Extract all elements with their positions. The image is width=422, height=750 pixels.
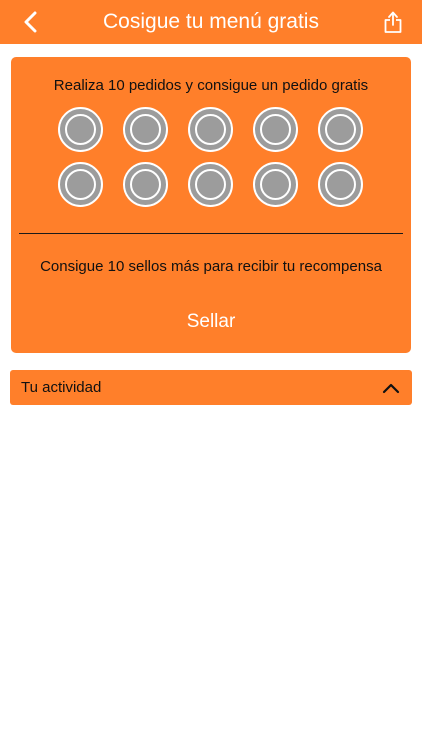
stamp-button[interactable]: Sellar	[161, 305, 261, 339]
share-icon	[384, 11, 402, 33]
share-button[interactable]	[380, 9, 406, 35]
stamp-slot	[253, 162, 298, 207]
chevron-up-icon	[382, 383, 400, 394]
top-bar: Cosigue tu menú gratis	[0, 0, 422, 44]
chevron-left-icon	[24, 11, 37, 33]
activity-toggle-button[interactable]	[380, 377, 402, 399]
reward-status-text: Consigue 10 sellos más para recibir tu r…	[40, 258, 382, 275]
card-divider	[19, 233, 403, 234]
activity-section-header[interactable]: Tu actividad	[10, 370, 412, 405]
stamp-slot	[188, 162, 233, 207]
stamp-slot	[58, 162, 103, 207]
loyalty-card-headline: Realiza 10 pedidos y consigue un pedido …	[53, 77, 369, 94]
page-title: Cosigue tu menú gratis	[103, 10, 319, 33]
stamp-slot	[253, 107, 298, 152]
stamp-grid	[58, 107, 364, 207]
loyalty-card: Realiza 10 pedidos y consigue un pedido …	[11, 57, 411, 353]
back-button[interactable]	[18, 9, 44, 35]
stamp-slot	[188, 107, 233, 152]
activity-section-label: Tu actividad	[21, 379, 102, 396]
stamp-slot	[318, 107, 363, 152]
stamp-slot	[123, 162, 168, 207]
stamp-slot	[58, 107, 103, 152]
stamp-slot	[318, 162, 363, 207]
stamp-slot	[123, 107, 168, 152]
